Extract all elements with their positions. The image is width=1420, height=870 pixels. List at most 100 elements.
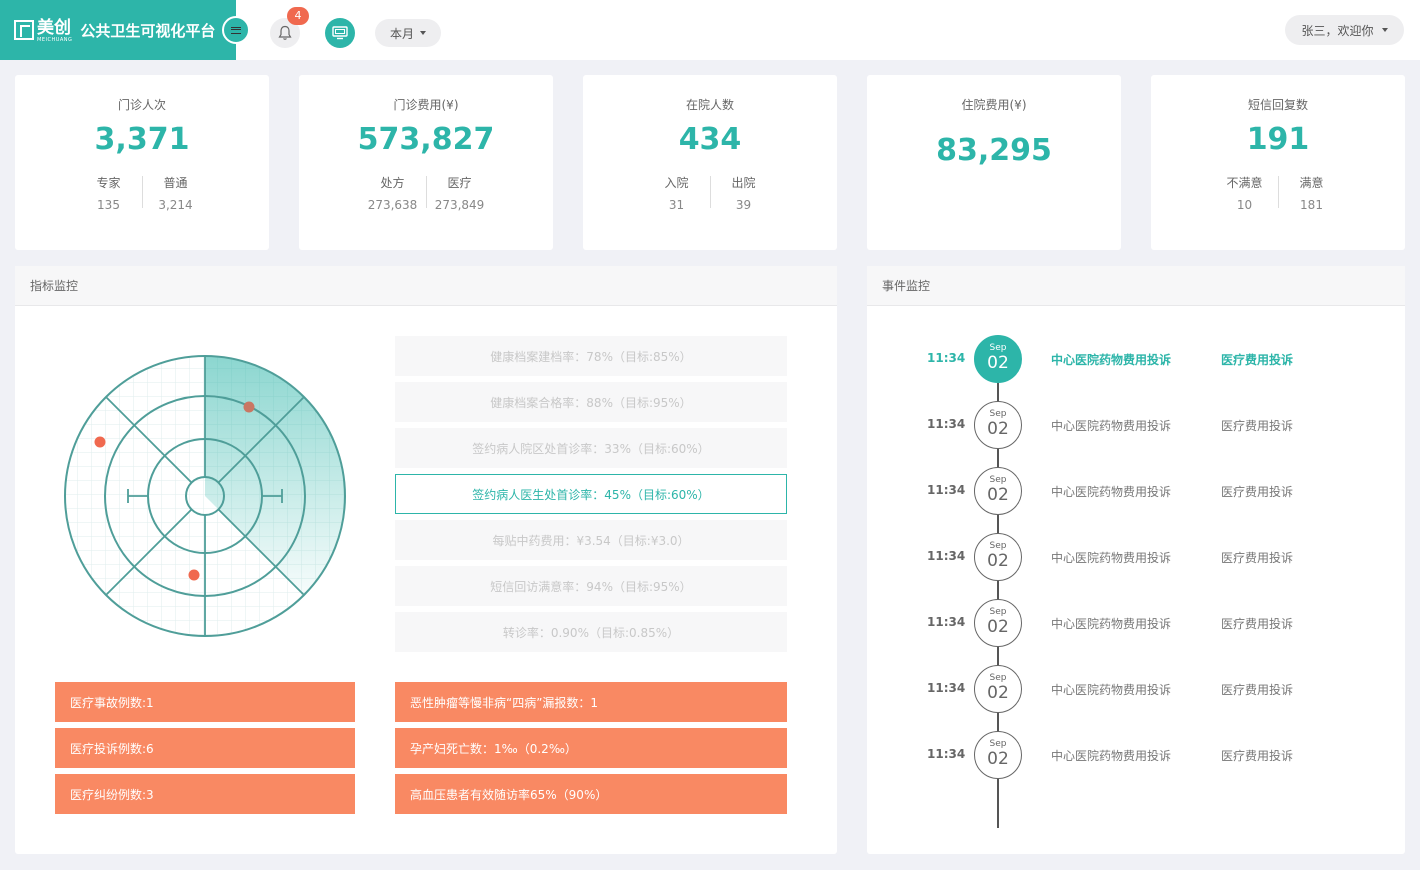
stat-title: 短信回复数 [1247,98,1308,112]
user-greeting: 张三，欢迎你 [1301,23,1374,38]
stat-title: 住院费用(¥) [961,98,1027,112]
event-time: 11:34 [927,549,966,563]
alert-hypertension-followup[interactable]: 高血压患者有效随访率65%（90%） [395,774,787,814]
event-time: 11:34 [927,681,966,695]
event-name: 中心医院药物费用投诉 [1051,353,1172,367]
stat-sub-label: 不满意 [1226,176,1263,190]
stat-sub-label: 医疗 [447,176,472,190]
stat-title: 在院人数 [685,98,734,112]
event-type: 医疗费用投诉 [1221,353,1294,367]
stat-breakdown: 不满意 10 满意 181 [1151,174,1405,212]
timeline-item-active[interactable]: 11:34 Sep 02 中心医院药物费用投诉 医疗费用投诉 [867,335,1405,383]
radar-graphic [64,355,346,637]
metric-item[interactable]: 签约病人院区处首诊率：33%（目标:60%） [395,428,787,468]
event-date-badge: Sep 02 [974,665,1022,713]
event-time: 11:34 [927,747,966,761]
radar-dot [243,401,255,413]
metric-item[interactable]: 健康档案建档率：78%（目标:85%） [395,336,787,376]
stat-value: 3,371 [94,122,190,157]
indicator-monitor-panel: 指标监控 健康档案建档率：78%（目标:85%） 健康档案合格率：88%（目标:… [15,266,837,854]
event-month: Sep [989,409,1007,419]
event-type: 医疗费用投诉 [1221,617,1294,631]
top-header: 美创 MEICHUANG 公共卫生可视化平台 4 本月 张三，欢迎你 [0,0,1420,60]
stat-card-sms-replies: 短信回复数 191 不满意 10 满意 181 [1151,75,1405,250]
event-name: 中心医院药物费用投诉 [1051,749,1172,763]
metric-item[interactable]: 健康档案合格率：88%（目标:95%） [395,382,787,422]
stat-card-inpatients: 在院人数 434 入院 31 出院 39 [583,75,837,250]
bell-icon [278,25,292,40]
alert-maternal-mortality[interactable]: 孕产妇死亡数：1‰（0.2‰） [395,728,787,768]
event-name: 中心医院药物费用投诉 [1051,551,1172,565]
event-type: 医疗费用投诉 [1221,683,1294,697]
stat-breakdown: 入院 31 出院 39 [583,174,837,212]
event-month: Sep [989,607,1007,617]
menu-toggle-button[interactable] [222,16,250,44]
event-date-badge: Sep 02 [974,599,1022,647]
stat-sub-value: 181 [1300,198,1323,212]
panel-title: 指标监控 [15,266,837,306]
logo-subtext: MEICHUANG [37,36,73,43]
event-name: 中心医院药物费用投诉 [1051,419,1172,433]
stat-title: 门诊人次 [117,98,166,112]
event-day: 02 [987,485,1009,505]
notification-badge: 4 [287,7,309,25]
period-label: 本月 [389,26,414,41]
stat-title: 门诊费用(¥) [393,98,459,112]
stat-sub-value: 10 [1236,198,1253,212]
event-month: Sep [989,541,1007,551]
event-type: 医疗费用投诉 [1221,419,1294,433]
metric-item[interactable]: 转诊率：0.90%（目标:0.85%） [395,612,787,652]
timeline-item[interactable]: 11:34 Sep 02 中心医院药物费用投诉 医疗费用投诉 [867,731,1405,779]
event-day: 02 [987,617,1009,637]
alert-underreported-diseases[interactable]: 恶性肿瘤等慢非病“四病”漏报数：1 [395,682,787,722]
stat-sub-label: 出院 [731,176,756,190]
logo-text: 美创 [37,17,71,38]
event-day: 02 [987,749,1009,769]
event-time: 11:34 [927,615,966,629]
stat-card-outpatient-cost: 门诊费用(¥) 573,827 处方 273,638 医疗 273,849 [299,75,553,250]
timeline-item[interactable]: 11:34 Sep 02 中心医院药物费用投诉 医疗费用投诉 [867,665,1405,713]
timeline-item[interactable]: 11:34 Sep 02 中心医院药物费用投诉 医疗费用投诉 [867,533,1405,581]
timeline-item[interactable]: 11:34 Sep 02 中心医院药物费用投诉 医疗费用投诉 [867,599,1405,647]
alert-medical-accidents[interactable]: 医疗事故例数:1 [55,682,355,722]
stat-sub-value: 273,849 [434,198,485,212]
event-type: 医疗费用投诉 [1221,485,1294,499]
radar-dot [188,569,200,581]
event-name: 中心医院药物费用投诉 [1051,617,1172,631]
metric-item[interactable]: 每贴中药费用：¥3.54（目标:¥3.0） [395,520,787,560]
stat-sub-value: 3,214 [158,198,193,212]
event-time: 11:34 [927,417,966,431]
stat-sub-value: 273,638 [367,198,418,212]
panel-title: 事件监控 [867,266,1405,306]
fullscreen-button[interactable] [325,18,355,48]
alert-medical-complaints[interactable]: 医疗投诉例数:6 [55,728,355,768]
app-title: 公共卫生可视化平台 [80,21,216,40]
stat-value: 83,295 [936,133,1052,168]
event-month: Sep [989,673,1007,683]
stat-card-inpatient-cost: 住院费用(¥) 83,295 [867,75,1121,250]
event-day: 02 [987,683,1009,703]
stat-value: 434 [678,122,742,157]
event-day: 02 [987,353,1009,373]
event-type: 医疗费用投诉 [1221,551,1294,565]
timeline-item[interactable]: 11:34 Sep 02 中心医院药物费用投诉 医疗费用投诉 [867,467,1405,515]
event-time: 11:34 [927,483,966,497]
event-month: Sep [989,739,1007,749]
stat-breakdown: 处方 273,638 医疗 273,849 [299,174,553,212]
stat-sub-label: 满意 [1299,176,1324,190]
metric-item[interactable]: 短信回访满意率：94%（目标:95%） [395,566,787,606]
metric-item-active[interactable]: 签约病人医生处首诊率：45%（目标:60%） [395,474,787,514]
timeline-item[interactable]: 11:34 Sep 02 中心医院药物费用投诉 医疗费用投诉 [867,401,1405,449]
alert-medical-disputes[interactable]: 医疗纠纷例数:3 [55,774,355,814]
monitor-icon [332,26,348,40]
stat-breakdown: 专家 135 普通 3,214 [15,174,269,212]
chevron-down-icon [420,31,426,35]
stat-sub-label: 普通 [163,176,188,190]
stat-sub-label: 入院 [664,176,689,190]
stat-sub-value: 135 [97,198,120,212]
period-dropdown[interactable]: 本月 [375,19,441,47]
user-menu[interactable]: 张三，欢迎你 [1285,15,1404,45]
logo: 美创 MEICHUANG [14,18,72,43]
logo-icon [14,20,34,40]
stat-sub-value: 39 [735,198,752,212]
